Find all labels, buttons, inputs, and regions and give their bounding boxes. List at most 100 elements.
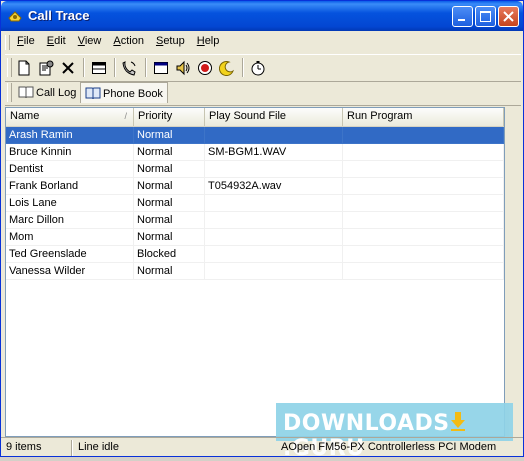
table-row[interactable]: Frank Borland Normal T054932A.wav bbox=[6, 178, 504, 195]
cell-sound bbox=[205, 229, 343, 246]
cell-name: Dentist bbox=[6, 161, 134, 178]
speaker-button[interactable] bbox=[172, 57, 194, 79]
cell-program bbox=[343, 229, 504, 246]
tab-phone-book-label: Phone Book bbox=[103, 88, 163, 100]
minimize-button[interactable] bbox=[452, 6, 473, 27]
cell-name: Arash Ramin bbox=[6, 127, 134, 144]
cell-program bbox=[343, 246, 504, 263]
status-separator bbox=[71, 440, 73, 456]
cell-priority: Normal bbox=[134, 229, 205, 246]
speaker-icon bbox=[176, 60, 190, 76]
table-row[interactable]: Mom Normal bbox=[6, 229, 504, 246]
cell-sound bbox=[205, 246, 343, 263]
cell-name: Frank Borland bbox=[6, 178, 134, 195]
tab-bar: Call Log Phone Book bbox=[5, 81, 521, 106]
new-icon bbox=[18, 60, 30, 76]
new-button[interactable] bbox=[13, 57, 35, 79]
call-trace-window: Call Trace File Edit View Action Setup Help bbox=[0, 0, 524, 461]
title-bar[interactable]: Call Trace bbox=[1, 1, 523, 31]
menu-grip[interactable] bbox=[5, 35, 10, 50]
table-row[interactable]: Bruce Kinnin Normal SM-BGM1.WAV bbox=[6, 144, 504, 161]
toolbar-separator bbox=[114, 58, 116, 77]
menu-file[interactable]: File bbox=[11, 33, 41, 49]
toolbar-separator bbox=[242, 58, 244, 77]
table-row[interactable]: Arash Ramin Normal bbox=[6, 127, 504, 144]
list-header: Name / Priority Play Sound File Run Prog… bbox=[6, 108, 504, 127]
call-button[interactable] bbox=[119, 57, 141, 79]
table-row[interactable]: Vanessa Wilder Normal bbox=[6, 263, 504, 280]
menu-setup[interactable]: Setup bbox=[150, 33, 191, 49]
column-header-program[interactable]: Run Program bbox=[343, 108, 504, 126]
cell-priority: Normal bbox=[134, 161, 205, 178]
toolbar bbox=[5, 54, 521, 82]
toolbar-grip[interactable] bbox=[7, 58, 12, 77]
delete-icon bbox=[62, 62, 74, 74]
table-row[interactable]: Ted Greenslade Blocked bbox=[6, 246, 504, 263]
cell-sound: SM-BGM1.WAV bbox=[205, 144, 343, 161]
cell-program bbox=[343, 212, 504, 229]
menu-bar: File Edit View Action Setup Help bbox=[5, 33, 521, 52]
cell-program bbox=[343, 127, 504, 144]
cell-program bbox=[343, 144, 504, 161]
download-arrow-icon bbox=[450, 412, 465, 431]
menu-action[interactable]: Action bbox=[107, 33, 150, 49]
table-row[interactable]: Marc Dillon Normal bbox=[6, 212, 504, 229]
tab-phone-book[interactable]: Phone Book bbox=[80, 82, 168, 103]
view-button[interactable] bbox=[150, 57, 172, 79]
delete-button[interactable] bbox=[57, 57, 79, 79]
cell-program bbox=[343, 195, 504, 212]
column-header-sound[interactable]: Play Sound File bbox=[205, 108, 343, 126]
watermark-text-left: DOWNLOADS bbox=[283, 411, 450, 436]
minimize-icon bbox=[458, 19, 465, 21]
cell-name: Marc Dillon bbox=[6, 212, 134, 229]
menu-view[interactable]: View bbox=[72, 33, 108, 49]
view-icon bbox=[154, 62, 168, 74]
tab-call-log[interactable]: Call Log bbox=[14, 82, 80, 103]
table-row[interactable]: Lois Lane Normal bbox=[6, 195, 504, 212]
window-title: Call Trace bbox=[28, 8, 90, 23]
cell-sound bbox=[205, 212, 343, 229]
cell-priority: Normal bbox=[134, 144, 205, 161]
status-modem: AOpen FM56-PX Controllerless PCI Modem bbox=[281, 441, 497, 453]
app-icon bbox=[8, 11, 22, 22]
sort-ascending-icon: / bbox=[124, 111, 127, 121]
tab-call-log-label: Call Log bbox=[36, 87, 77, 99]
status-line: Line idle bbox=[78, 441, 119, 453]
phone-book-icon bbox=[85, 87, 101, 100]
maximize-button[interactable] bbox=[475, 6, 496, 27]
status-item-count: 9 items bbox=[6, 441, 42, 453]
phone-book-list[interactable]: Name / Priority Play Sound File Run Prog… bbox=[5, 107, 505, 437]
cell-priority: Normal bbox=[134, 178, 205, 195]
timer-button[interactable] bbox=[247, 57, 269, 79]
cell-name: Lois Lane bbox=[6, 195, 134, 212]
record-button[interactable] bbox=[194, 57, 216, 79]
properties-button[interactable] bbox=[35, 57, 57, 79]
cell-priority: Normal bbox=[134, 212, 205, 229]
cell-name: Vanessa Wilder bbox=[6, 263, 134, 280]
cell-sound bbox=[205, 263, 343, 280]
cell-sound: T054932A.wav bbox=[205, 178, 343, 195]
menu-help[interactable]: Help bbox=[191, 33, 226, 49]
close-button[interactable] bbox=[498, 6, 519, 27]
menu-edit[interactable]: Edit bbox=[41, 33, 72, 49]
close-icon bbox=[503, 11, 514, 22]
status-bar: 9 items Line idle AOpen FM56-PX Controll… bbox=[1, 437, 523, 458]
cell-program bbox=[343, 178, 504, 195]
column-header-priority[interactable]: Priority bbox=[134, 108, 205, 126]
cell-priority: Normal bbox=[134, 263, 205, 280]
column-header-name[interactable]: Name / bbox=[6, 108, 134, 126]
cell-sound bbox=[205, 161, 343, 178]
record-icon bbox=[198, 61, 212, 75]
tabbar-grip[interactable] bbox=[7, 83, 12, 102]
cell-name: Ted Greenslade bbox=[6, 246, 134, 263]
watermark: DOWNLOADS.GURU bbox=[276, 403, 513, 461]
window-icon bbox=[92, 62, 106, 74]
call-log-icon bbox=[18, 86, 34, 99]
sleep-button[interactable] bbox=[216, 57, 238, 79]
timer-icon bbox=[251, 61, 265, 76]
table-row[interactable]: Dentist Normal bbox=[6, 161, 504, 178]
cell-name: Mom bbox=[6, 229, 134, 246]
call-icon bbox=[122, 61, 136, 76]
cell-sound bbox=[205, 127, 343, 144]
window-button[interactable] bbox=[88, 57, 110, 79]
